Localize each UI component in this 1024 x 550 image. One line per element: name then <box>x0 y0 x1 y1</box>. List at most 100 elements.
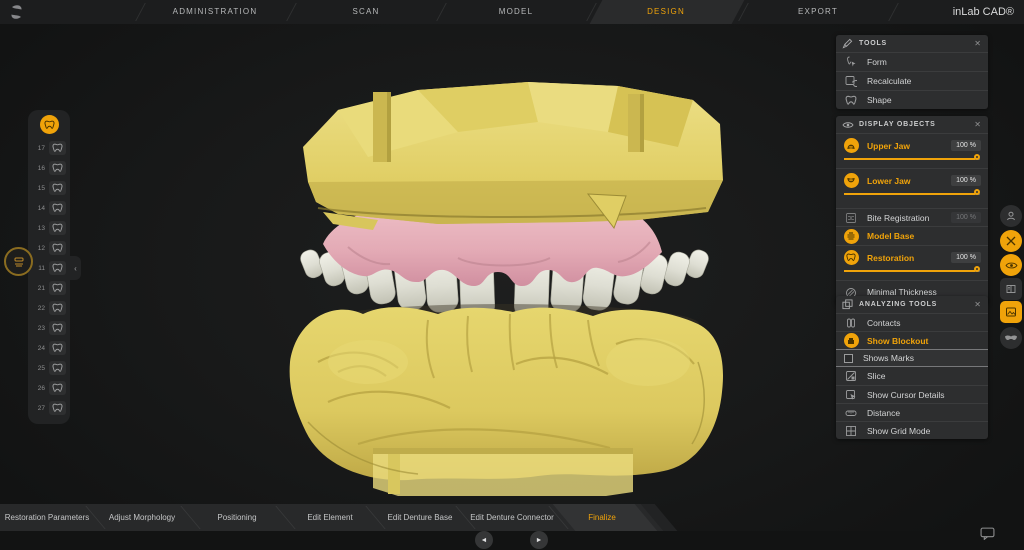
tooth-icon[interactable] <box>49 281 66 295</box>
tooth-row-13[interactable]: 13 <box>28 218 70 238</box>
frames-icon <box>842 299 856 310</box>
tooth-icon[interactable] <box>49 141 66 155</box>
view-indicator-badge[interactable] <box>4 247 33 276</box>
display-objects-toggle-button[interactable] <box>1000 254 1022 276</box>
tooth-icon[interactable] <box>49 161 66 175</box>
tooth-number: 12 <box>37 244 45 252</box>
display-row-lower-jaw[interactable]: Lower Jaw 100 % <box>836 168 988 203</box>
chevron-left-icon: ‹ <box>74 263 77 273</box>
previous-step-button[interactable]: ◄ <box>475 531 493 549</box>
tool-recalculate[interactable]: Recalculate <box>836 71 988 90</box>
upper-jaw-opacity-slider[interactable] <box>844 154 980 164</box>
tooth-icon[interactable] <box>49 201 66 215</box>
display-label: Restoration <box>867 252 915 263</box>
tool-form[interactable]: Form <box>836 52 988 71</box>
feedback-chat-button[interactable] <box>980 527 995 540</box>
close-icon[interactable]: ✕ <box>973 300 982 309</box>
analyze-show-blockout[interactable]: Show Blockout <box>836 331 988 349</box>
analyze-label: Show Grid Mode <box>867 425 931 436</box>
view-mode-button[interactable] <box>1000 327 1022 349</box>
analyze-contacts[interactable]: Contacts <box>836 313 988 331</box>
tab-administration[interactable]: ADMINISTRATION <box>140 0 290 24</box>
tooth-row-22[interactable]: 22 <box>28 298 70 318</box>
display-row-model-base[interactable]: Model Base <box>836 226 988 245</box>
tool-label: Form <box>867 57 887 67</box>
step-restoration-parameters[interactable]: Restoration Parameters <box>1 504 93 531</box>
step-edit-denture-connector[interactable]: Edit Denture Connector <box>466 504 558 531</box>
tooth-row-26[interactable]: 26 <box>28 378 70 398</box>
slider-knob[interactable] <box>974 266 980 272</box>
tooth-row-23[interactable]: 23 <box>28 318 70 338</box>
tooth-icon[interactable] <box>49 221 66 235</box>
tooth-icon[interactable] <box>49 341 66 355</box>
step-edit-denture-base[interactable]: Edit Denture Base <box>374 504 466 531</box>
support-contact-button[interactable] <box>1000 205 1022 227</box>
display-objects-panel: DISPLAY OBJECTS ✕ Upper Jaw 100 % Lower … <box>836 116 988 304</box>
tooth-number: 15 <box>37 184 45 192</box>
tooth-icon[interactable] <box>49 301 66 315</box>
tab-scan[interactable]: SCAN <box>291 0 441 24</box>
screenshot-button[interactable] <box>1000 301 1022 323</box>
tooth-selector-header-button[interactable] <box>39 115 59 134</box>
analyze-label: Show Cursor Details <box>867 389 945 400</box>
tooth-selector-bar: 17 16 15 14 13 12 11 21 22 23 24 25 26 2… <box>28 110 70 424</box>
tooth-icon[interactable] <box>49 181 66 195</box>
jaw-model-3d[interactable] <box>278 62 733 512</box>
tab-export[interactable]: EXPORT <box>743 0 893 24</box>
step-edit-element[interactable]: Edit Element <box>284 504 376 531</box>
display-row-bite-registration[interactable]: Bite Registration 100 % <box>836 208 988 226</box>
panel-title: DISPLAY OBJECTS <box>859 121 936 128</box>
slider-knob[interactable] <box>974 189 980 195</box>
restoration-opacity-slider[interactable] <box>844 266 980 276</box>
arrow-right-icon: ► <box>535 536 543 544</box>
tooth-row-25[interactable]: 25 <box>28 358 70 378</box>
tooth-icon[interactable] <box>49 241 66 255</box>
analyze-distance[interactable]: Distance <box>836 403 988 421</box>
analyze-show-cursor-details[interactable]: Show Cursor Details <box>836 385 988 403</box>
tool-shape[interactable]: Shape <box>836 90 988 109</box>
opacity-value: 100 % <box>951 212 981 223</box>
display-row-upper-jaw[interactable]: Upper Jaw 100 % <box>836 133 988 168</box>
tooth-icon[interactable] <box>49 361 66 375</box>
tooth-row-11[interactable]: 11 <box>28 258 70 278</box>
next-step-button[interactable]: ► <box>530 531 548 549</box>
tooth-icon[interactable] <box>49 401 66 415</box>
step-finalize[interactable]: Finalize <box>556 504 648 531</box>
tooth-number: 13 <box>37 224 45 232</box>
tooth-row-24[interactable]: 24 <box>28 338 70 358</box>
arrow-left-icon: ◄ <box>480 536 488 544</box>
tooth-number: 26 <box>37 384 45 392</box>
tooth-number: 17 <box>37 144 45 152</box>
sidebar-collapse-button[interactable]: ‹ <box>70 256 81 280</box>
slider-knob[interactable] <box>974 154 980 160</box>
image-icon <box>1005 306 1017 318</box>
analyze-show-grid-mode[interactable]: Show Grid Mode <box>836 421 988 439</box>
tooth-icon[interactable] <box>49 261 66 275</box>
tooth-row-27[interactable]: 27 <box>28 398 70 418</box>
analyze-shows-marks[interactable]: Shows Marks <box>836 349 988 367</box>
workflow-step-bar: Restoration Parameters Adjust Morphology… <box>0 504 1024 531</box>
shows-marks-checkbox[interactable] <box>844 353 853 363</box>
tab-design[interactable]: DESIGN <box>591 0 741 24</box>
side-panel-button[interactable] <box>1000 278 1022 300</box>
step-positioning[interactable]: Positioning <box>191 504 283 531</box>
lower-jaw-opacity-slider[interactable] <box>844 189 980 199</box>
display-row-restoration[interactable]: Restoration 100 % <box>836 245 988 280</box>
slice-icon <box>843 370 859 382</box>
tooth-row-21[interactable]: 21 <box>28 278 70 298</box>
pen-icon <box>842 38 856 49</box>
tooth-row-14[interactable]: 14 <box>28 198 70 218</box>
tooth-row-15[interactable]: 15 <box>28 178 70 198</box>
tooth-icon[interactable] <box>49 381 66 395</box>
tooth-row-17[interactable]: 17 <box>28 138 70 158</box>
contacts-icon <box>843 317 859 329</box>
tooth-icon[interactable] <box>49 321 66 335</box>
close-icon[interactable]: ✕ <box>973 120 982 129</box>
tooth-row-12[interactable]: 12 <box>28 238 70 258</box>
step-adjust-morphology[interactable]: Adjust Morphology <box>96 504 188 531</box>
tooth-row-16[interactable]: 16 <box>28 158 70 178</box>
tab-model[interactable]: MODEL <box>441 0 591 24</box>
close-icon[interactable]: ✕ <box>973 39 982 48</box>
analyze-slice[interactable]: Slice <box>836 367 988 385</box>
edit-tools-button[interactable] <box>1000 230 1022 252</box>
